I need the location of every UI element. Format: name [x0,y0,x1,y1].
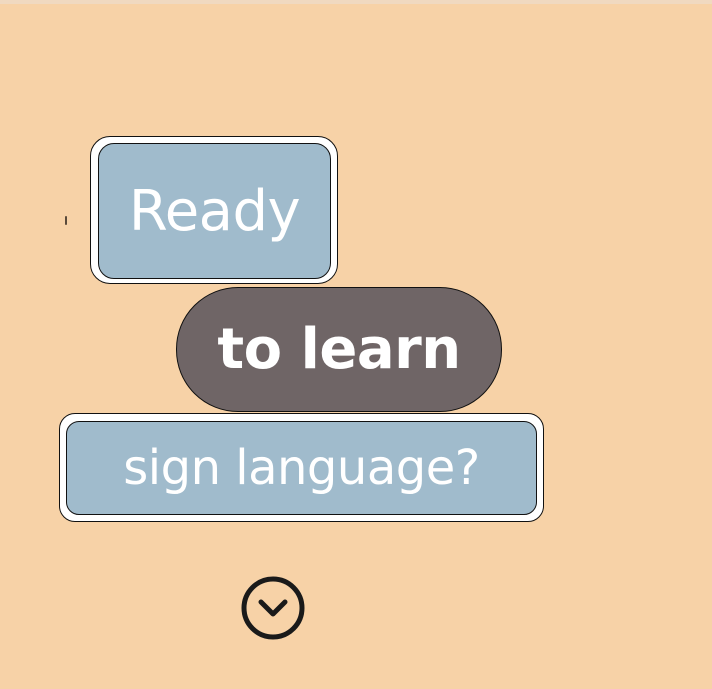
hero-line-sign-language: sign language? [123,440,480,496]
hero-line-ready: Ready [128,178,301,244]
ready-chip: Ready [98,143,331,279]
top-edge-strip [0,0,712,4]
sign-language-chip: sign language? [66,421,537,515]
chevron-down-circle-icon [241,576,305,640]
decorative-mark [65,216,67,225]
to-learn-pill: to learn [176,287,502,412]
scroll-down-button[interactable] [241,576,305,640]
hero-line-to-learn: to learn [217,317,461,382]
